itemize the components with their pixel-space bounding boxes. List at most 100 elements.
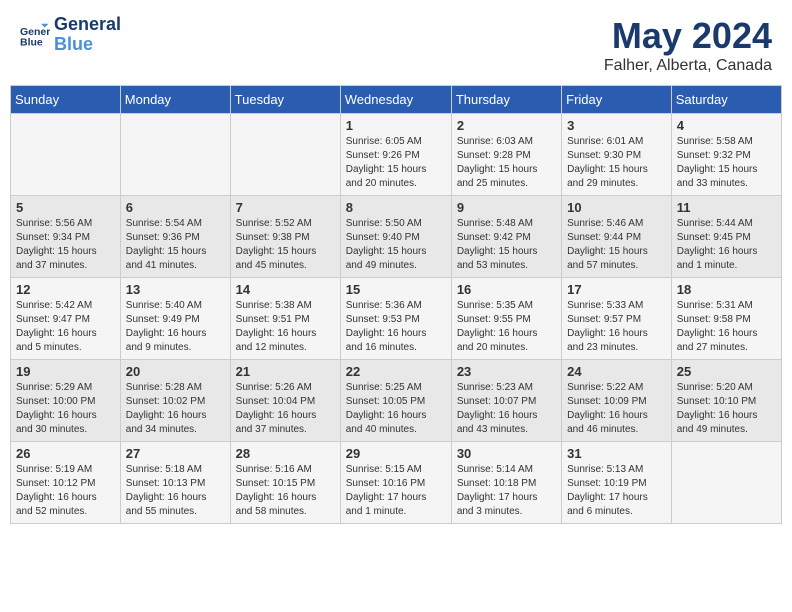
day-info-line: Sunrise: 5:13 AM	[567, 463, 666, 477]
day-number: 9	[457, 200, 556, 215]
day-info-line: Daylight: 16 hours	[126, 409, 225, 423]
day-info-line: Daylight: 15 hours	[346, 163, 446, 177]
day-number: 24	[567, 364, 666, 379]
day-info-line: Daylight: 15 hours	[457, 163, 556, 177]
calendar-cell: 23Sunrise: 5:23 AMSunset: 10:07 PMDaylig…	[451, 360, 561, 442]
day-number: 17	[567, 282, 666, 297]
day-info-line: Daylight: 16 hours	[346, 327, 446, 341]
day-info-line: Sunrise: 5:54 AM	[126, 217, 225, 231]
day-info-line: Daylight: 16 hours	[236, 409, 335, 423]
day-info-line: and 58 minutes.	[236, 505, 335, 519]
day-info-line: and 1 minute.	[346, 505, 446, 519]
day-number: 15	[346, 282, 446, 297]
day-info-line: Sunset: 10:16 PM	[346, 477, 446, 491]
day-info-line: Sunrise: 5:33 AM	[567, 299, 666, 313]
day-info-line: Sunrise: 6:05 AM	[346, 135, 446, 149]
day-info-line: and 37 minutes.	[16, 259, 115, 273]
logo: General Blue General Blue	[20, 15, 121, 55]
calendar-cell: 5Sunrise: 5:56 AMSunset: 9:34 PMDaylight…	[11, 196, 121, 278]
calendar-week-row: 19Sunrise: 5:29 AMSunset: 10:00 PMDaylig…	[11, 360, 782, 442]
day-info-line: Sunrise: 5:58 AM	[677, 135, 776, 149]
day-number: 23	[457, 364, 556, 379]
day-info-line: Daylight: 15 hours	[16, 245, 115, 259]
calendar-cell: 14Sunrise: 5:38 AMSunset: 9:51 PMDayligh…	[230, 278, 340, 360]
day-info-line: and 45 minutes.	[236, 259, 335, 273]
day-info-line: Sunrise: 5:36 AM	[346, 299, 446, 313]
day-info-line: Daylight: 15 hours	[457, 245, 556, 259]
day-number: 10	[567, 200, 666, 215]
day-info-line: Sunset: 10:02 PM	[126, 395, 225, 409]
day-number: 18	[677, 282, 776, 297]
day-number: 21	[236, 364, 335, 379]
day-info-line: Sunset: 9:30 PM	[567, 149, 666, 163]
day-info-line: Daylight: 16 hours	[457, 409, 556, 423]
day-info-line: Sunrise: 5:29 AM	[16, 381, 115, 395]
day-info-line: Sunset: 10:00 PM	[16, 395, 115, 409]
calendar-cell: 27Sunrise: 5:18 AMSunset: 10:13 PMDaylig…	[120, 442, 230, 524]
day-info-line: and 34 minutes.	[126, 423, 225, 437]
day-info-line: and 43 minutes.	[457, 423, 556, 437]
calendar-cell	[230, 114, 340, 196]
day-info-line: Daylight: 17 hours	[567, 491, 666, 505]
location: Falher, Alberta, Canada	[604, 57, 772, 75]
calendar-cell: 17Sunrise: 5:33 AMSunset: 9:57 PMDayligh…	[562, 278, 672, 360]
calendar-cell: 11Sunrise: 5:44 AMSunset: 9:45 PMDayligh…	[671, 196, 781, 278]
day-info-line: and 37 minutes.	[236, 423, 335, 437]
calendar-cell: 9Sunrise: 5:48 AMSunset: 9:42 PMDaylight…	[451, 196, 561, 278]
day-info-line: Sunrise: 5:16 AM	[236, 463, 335, 477]
day-info-line: and 41 minutes.	[126, 259, 225, 273]
day-info-line: Sunrise: 5:28 AM	[126, 381, 225, 395]
page-header: General Blue General Blue May 2024 Falhe…	[0, 0, 792, 85]
calendar-cell: 10Sunrise: 5:46 AMSunset: 9:44 PMDayligh…	[562, 196, 672, 278]
day-info-line: Sunset: 10:07 PM	[457, 395, 556, 409]
calendar-week-row: 5Sunrise: 5:56 AMSunset: 9:34 PMDaylight…	[11, 196, 782, 278]
day-number: 3	[567, 118, 666, 133]
day-info-line: Sunset: 10:13 PM	[126, 477, 225, 491]
day-info-line: Sunset: 10:15 PM	[236, 477, 335, 491]
calendar-cell: 29Sunrise: 5:15 AMSunset: 10:16 PMDaylig…	[340, 442, 451, 524]
day-number: 7	[236, 200, 335, 215]
calendar-cell	[671, 442, 781, 524]
day-info-line: Daylight: 16 hours	[126, 491, 225, 505]
day-number: 8	[346, 200, 446, 215]
weekday-row: SundayMondayTuesdayWednesdayThursdayFrid…	[11, 86, 782, 114]
day-info-line: Sunrise: 5:31 AM	[677, 299, 776, 313]
day-info-line: Sunrise: 5:26 AM	[236, 381, 335, 395]
day-info-line: Daylight: 17 hours	[346, 491, 446, 505]
day-number: 26	[16, 446, 115, 461]
day-info-line: Daylight: 16 hours	[677, 409, 776, 423]
weekday-header: Thursday	[451, 86, 561, 114]
day-info-line: Sunrise: 5:42 AM	[16, 299, 115, 313]
weekday-header: Saturday	[671, 86, 781, 114]
day-info-line: and 9 minutes.	[126, 341, 225, 355]
day-info-line: Sunset: 9:34 PM	[16, 231, 115, 245]
day-info-line: Sunset: 9:32 PM	[677, 149, 776, 163]
day-info-line: Sunrise: 5:56 AM	[16, 217, 115, 231]
day-info-line: Daylight: 16 hours	[236, 327, 335, 341]
day-info-line: Sunset: 10:05 PM	[346, 395, 446, 409]
calendar-cell	[120, 114, 230, 196]
day-number: 12	[16, 282, 115, 297]
calendar: SundayMondayTuesdayWednesdayThursdayFrid…	[10, 85, 782, 524]
day-info-line: Sunset: 10:10 PM	[677, 395, 776, 409]
day-info-line: and 29 minutes.	[567, 177, 666, 191]
day-number: 11	[677, 200, 776, 215]
calendar-week-row: 1Sunrise: 6:05 AMSunset: 9:26 PMDaylight…	[11, 114, 782, 196]
day-info-line: Sunrise: 5:20 AM	[677, 381, 776, 395]
day-info-line: Daylight: 15 hours	[677, 163, 776, 177]
day-info-line: Daylight: 16 hours	[16, 491, 115, 505]
calendar-cell: 1Sunrise: 6:05 AMSunset: 9:26 PMDaylight…	[340, 114, 451, 196]
day-info-line: Sunrise: 5:38 AM	[236, 299, 335, 313]
day-info-line: Sunset: 9:57 PM	[567, 313, 666, 327]
day-info-line: Sunset: 9:45 PM	[677, 231, 776, 245]
calendar-body: 1Sunrise: 6:05 AMSunset: 9:26 PMDaylight…	[11, 114, 782, 524]
calendar-cell: 25Sunrise: 5:20 AMSunset: 10:10 PMDaylig…	[671, 360, 781, 442]
day-info-line: and 49 minutes.	[677, 423, 776, 437]
day-info-line: Sunrise: 5:22 AM	[567, 381, 666, 395]
day-info-line: and 12 minutes.	[236, 341, 335, 355]
day-number: 20	[126, 364, 225, 379]
day-info-line: Sunset: 9:47 PM	[16, 313, 115, 327]
day-info-line: and 33 minutes.	[677, 177, 776, 191]
day-info-line: Sunset: 9:58 PM	[677, 313, 776, 327]
day-number: 13	[126, 282, 225, 297]
